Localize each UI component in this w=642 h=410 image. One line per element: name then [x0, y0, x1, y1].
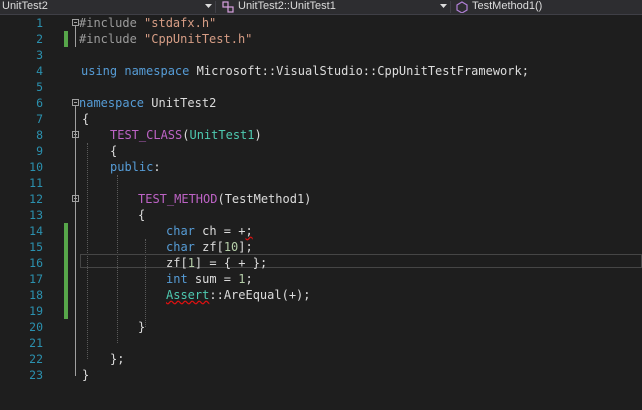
code-line-17[interactable]: int sum = 1; — [166, 271, 253, 287]
line-number: 3 — [36, 48, 43, 62]
line-number: 18 — [29, 288, 43, 302]
code-line-22[interactable]: }; — [110, 351, 124, 367]
member-label: TestMethod1() — [472, 0, 543, 12]
line-number: 22 — [29, 352, 43, 366]
line-number: 16 — [29, 256, 43, 270]
class-scope-label: UnitTest2::UnitTest1 — [238, 0, 336, 12]
navigation-bar: UnitTest2 UnitTest2::UnitTest1 TestMetho… — [0, 0, 642, 15]
line-number: 7 — [36, 112, 43, 126]
line-number: 19 — [29, 304, 43, 318]
line-number: 13 — [29, 208, 43, 222]
code-line-23[interactable]: } — [82, 367, 89, 383]
fold-line — [75, 26, 76, 47]
project-label: UnitTest2 — [2, 0, 48, 12]
method-icon — [456, 1, 468, 13]
change-indicator — [64, 223, 68, 319]
member-dropdown[interactable]: TestMethod1() — [472, 0, 640, 14]
class-icon — [222, 1, 234, 13]
fold-line — [75, 106, 76, 376]
code-line-14[interactable]: char ch = +; — [166, 223, 253, 239]
code-editor-window: UnitTest2 UnitTest2::UnitTest1 TestMetho… — [0, 0, 642, 410]
line-number: 12 — [29, 192, 43, 206]
line-number: 5 — [36, 80, 43, 94]
error-squiggle: Assert — [166, 288, 210, 302]
chevron-down-icon[interactable] — [440, 4, 447, 9]
class-scope-dropdown[interactable]: UnitTest2::UnitTest1 — [238, 0, 438, 14]
line-number: 10 — [29, 160, 43, 174]
editor-area[interactable]: 1 2 3 4 5 6 7 8 9 10 11 12 13 14 15 16 1… — [0, 15, 642, 410]
line-number: 21 — [29, 336, 43, 350]
code-line-18[interactable]: Assert::AreEqual(+); — [166, 287, 311, 303]
line-number: 20 — [29, 320, 43, 334]
line-number: 11 — [29, 176, 43, 190]
change-indicator — [64, 31, 68, 47]
line-number: 17 — [29, 272, 43, 286]
code-line-6[interactable]: namespace UnitTest2 — [79, 95, 216, 111]
code-line-13[interactable]: { — [138, 207, 145, 223]
code-line-15[interactable]: char zf[10]; — [166, 239, 253, 255]
code-line-2[interactable]: #include "CppUnitTest.h" — [79, 31, 252, 47]
code-line-10[interactable]: public: — [110, 159, 161, 175]
code-line-9[interactable]: { — [110, 143, 117, 159]
line-number: 2 — [36, 32, 43, 46]
nav-separator — [450, 1, 451, 13]
code-line-1[interactable]: #include "stdafx.h" — [79, 15, 216, 31]
line-number-gutter: 1 2 3 4 5 6 7 8 9 10 11 12 13 14 15 16 1… — [0, 15, 47, 410]
code-line-8[interactable]: TEST_CLASS(UnitTest1) — [110, 127, 262, 143]
line-number: 15 — [29, 240, 43, 254]
code-line-16[interactable]: zf[1] = { + }; — [166, 255, 267, 271]
nav-separator — [215, 1, 216, 13]
chevron-down-icon[interactable] — [205, 4, 212, 9]
collapse-icon[interactable] — [72, 195, 79, 202]
collapse-icon[interactable] — [72, 131, 79, 138]
line-number: 23 — [29, 368, 43, 382]
line-number: 14 — [29, 224, 43, 238]
line-number: 4 — [36, 64, 43, 78]
project-dropdown[interactable]: UnitTest2 — [2, 0, 210, 14]
collapse-icon[interactable] — [72, 19, 79, 26]
line-number: 9 — [36, 144, 43, 158]
collapse-icon[interactable] — [72, 99, 79, 106]
line-number: 1 — [36, 16, 43, 30]
code-line-12[interactable]: TEST_METHOD(TestMethod1) — [138, 191, 311, 207]
line-number: 8 — [36, 128, 43, 142]
code-line-20[interactable]: } — [138, 319, 145, 335]
line-number: 6 — [36, 96, 43, 110]
code-line-7[interactable]: { — [82, 111, 89, 127]
error-squiggle: ; — [245, 224, 253, 238]
code-line-4[interactable]: using namespace Microsoft::VisualStudio:… — [81, 63, 529, 79]
code-text[interactable]: #include "stdafx.h" #include "CppUnitTes… — [79, 15, 642, 410]
